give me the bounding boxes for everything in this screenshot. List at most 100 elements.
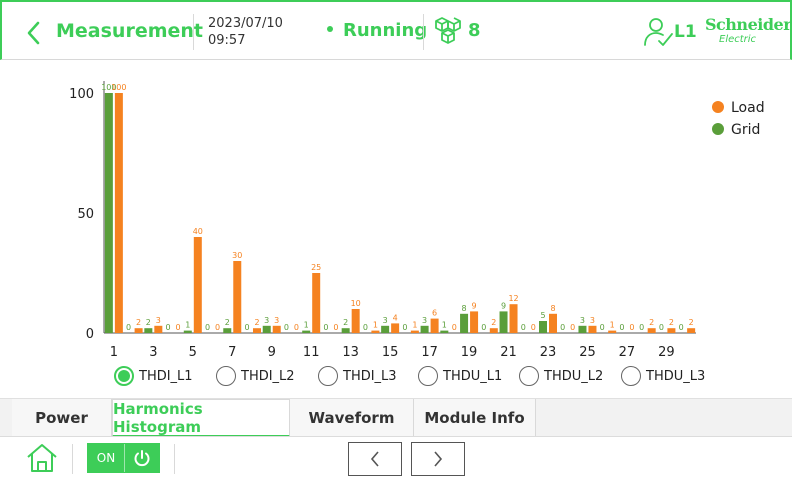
load-bar — [114, 93, 123, 333]
load-value-label: 2 — [136, 318, 141, 327]
radio-button-icon[interactable] — [621, 366, 641, 386]
load-bar — [233, 261, 242, 333]
load-value-label: 0 — [629, 323, 634, 332]
load-value-label: 2 — [649, 318, 654, 327]
header: Measurement 2023/07/10 09:57 Running 8 L… — [0, 0, 792, 60]
radio-label: THDI_L3 — [343, 368, 397, 384]
load-value-label: 1 — [373, 321, 378, 330]
grid-value-label: 0 — [126, 323, 131, 332]
x-tick-label: 11 — [303, 345, 320, 360]
radio-label: THDU_L2 — [544, 368, 604, 384]
load-value-label: 40 — [193, 227, 203, 236]
radio-label: THDU_L3 — [646, 368, 706, 384]
load-value-label: 0 — [570, 323, 575, 332]
grid-value-label: 0 — [679, 323, 684, 332]
user-check-icon[interactable] — [642, 16, 674, 48]
grid-value-label: 9 — [501, 301, 506, 310]
datetime: 2023/07/10 09:57 — [208, 15, 283, 49]
radio-thdu-l3[interactable]: THDU_L3 — [621, 365, 705, 387]
load-value-label: 0 — [531, 323, 536, 332]
home-icon[interactable] — [25, 443, 59, 473]
load-bar — [371, 330, 380, 333]
radio-thdi-l2[interactable]: THDI_L2 — [216, 365, 295, 387]
load-value-label: 0 — [215, 323, 220, 332]
back-chevron-icon[interactable] — [24, 20, 44, 46]
load-bar — [410, 330, 419, 333]
load-value-label: 25 — [311, 263, 321, 272]
load-value-label: 3 — [274, 316, 279, 325]
load-value-label: 30 — [232, 251, 242, 260]
status-text: Running — [343, 20, 428, 41]
radio-thdu-l2[interactable]: THDU_L2 — [519, 365, 603, 387]
grid-value-label: 1 — [442, 321, 447, 330]
modules-cubes-icon[interactable] — [431, 16, 465, 48]
x-tick-label: 7 — [228, 345, 236, 360]
grid-value-label: 0 — [560, 323, 565, 332]
user-phase-label: L1 — [674, 22, 697, 42]
radio-label: THDU_L1 — [443, 368, 503, 384]
load-bar — [588, 325, 597, 333]
grid-bar — [420, 325, 429, 333]
radio-button-icon[interactable] — [418, 366, 438, 386]
status-dot-icon — [327, 26, 333, 32]
grid-bar — [223, 328, 232, 333]
harmonics-histogram-chart: 050100 10010002 2 30 0 1400 023002 3 30 0 1250 0210… — [69, 81, 765, 360]
tab-power[interactable]: Power — [12, 399, 112, 437]
load-bar — [272, 325, 281, 333]
tab-waveform[interactable]: Waveform — [290, 399, 414, 437]
tab-harmonics-histogram[interactable]: Harmonics Histogram — [112, 399, 290, 437]
radio-button-icon[interactable] — [318, 366, 338, 386]
radio-thdi-l1[interactable]: THDI_L1 — [114, 365, 193, 387]
tab-module-info[interactable]: Module Info — [414, 399, 536, 437]
load-bar — [470, 311, 479, 333]
radio-thdi-l3[interactable]: THDI_L3 — [318, 365, 397, 387]
grid-value-label: 0 — [521, 323, 526, 332]
y-tick-label: 50 — [77, 207, 94, 222]
radio-button-icon[interactable] — [519, 366, 539, 386]
grid-bar — [104, 93, 113, 333]
x-tick-label: 9 — [268, 345, 276, 360]
time-text: 09:57 — [208, 33, 246, 48]
load-value-label: 10 — [351, 299, 361, 308]
radio-thdu-l1[interactable]: THDU_L1 — [418, 365, 502, 387]
next-page-button[interactable] — [411, 442, 465, 476]
load-value-label: 0 — [176, 323, 181, 332]
load-value-label: 1 — [412, 321, 417, 330]
power-icon[interactable] — [124, 444, 159, 472]
load-value-label: 2 — [689, 318, 694, 327]
load-bar — [193, 237, 202, 333]
grid-value-label: 0 — [323, 323, 328, 332]
legend-grid-swatch — [712, 123, 724, 135]
grid-bar — [341, 328, 350, 333]
header-divider — [423, 14, 424, 50]
grid-value-label: 0 — [619, 323, 624, 332]
load-bar — [509, 304, 518, 333]
grid-value-label: 1 — [185, 321, 190, 330]
load-value-label: 100 — [111, 83, 126, 92]
logo-name: Schneider — [705, 15, 792, 34]
logo-sub: Electric — [719, 34, 757, 45]
schneider-logo: Schneider Electric — [705, 15, 792, 50]
grid-value-label: 0 — [363, 323, 368, 332]
grid-bar — [302, 330, 311, 333]
x-tick-label: 25 — [579, 345, 596, 360]
load-value-label: 0 — [294, 323, 299, 332]
legend-load-label: Load — [731, 100, 765, 116]
grid-value-label: 5 — [540, 311, 545, 320]
grid-value-label: 0 — [284, 323, 289, 332]
grid-value-label: 2 — [225, 318, 230, 327]
prev-page-button[interactable] — [348, 442, 402, 476]
legend-load-swatch — [712, 101, 724, 113]
date-text: 2023/07/10 — [208, 16, 283, 31]
grid-bar — [144, 328, 153, 333]
load-value-label: 1 — [610, 321, 615, 330]
grid-bar — [539, 321, 547, 333]
load-value-label: 3 — [156, 316, 161, 325]
power-toggle[interactable]: ON — [87, 443, 160, 473]
load-bar — [647, 328, 656, 333]
radio-label: THDI_L2 — [241, 368, 295, 384]
on-label: ON — [88, 444, 124, 472]
radio-button-icon[interactable] — [216, 366, 236, 386]
grid-bar — [499, 311, 508, 333]
radio-button-icon[interactable] — [114, 366, 134, 386]
